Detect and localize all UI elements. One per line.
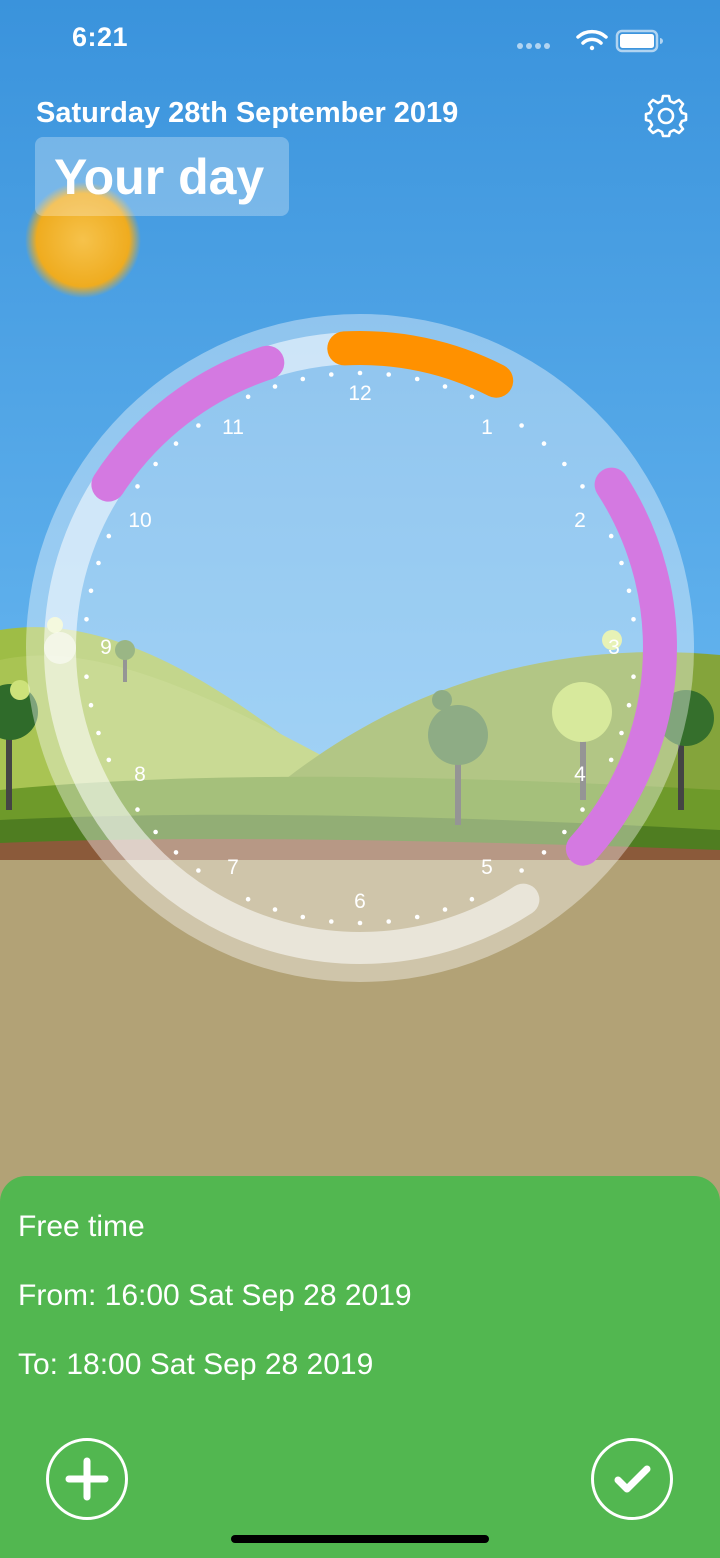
clock-number-6: 6 (354, 890, 366, 913)
plus-icon (65, 1457, 109, 1501)
clock-number-10: 10 (128, 509, 152, 532)
clock-dot (631, 617, 636, 622)
clock-dot (84, 617, 89, 622)
clock-dot (84, 674, 89, 679)
clock-dot (272, 907, 278, 912)
clock-dot (300, 914, 306, 920)
clock-dot (619, 560, 624, 566)
clock-dot (631, 674, 636, 679)
clock-dot (329, 372, 334, 377)
clock-dot (173, 850, 179, 855)
home-indicator (231, 1535, 489, 1543)
clock-dot (608, 533, 614, 539)
clock-number-3: 3 (608, 636, 620, 659)
clock-dot (357, 920, 363, 926)
clock-dot (541, 441, 547, 446)
clock-dot (88, 588, 94, 594)
clock-dot (329, 919, 334, 924)
event-from: From: 16:00 Sat Sep 28 2019 (18, 1279, 412, 1312)
clock-dot (196, 423, 201, 428)
clock-dot (469, 896, 475, 902)
clock-face (26, 314, 694, 982)
checkmark-icon (614, 1465, 651, 1493)
clock-dot (96, 730, 101, 736)
clock-number-2: 2 (574, 509, 586, 532)
clock-dot (562, 829, 567, 835)
clock-dot (469, 394, 475, 400)
clock-dot (135, 807, 140, 812)
clock-dot (245, 394, 251, 400)
clock-dot (88, 702, 94, 708)
clock-number-7: 7 (227, 856, 239, 879)
clock-dot (196, 868, 201, 873)
clock-dot (386, 372, 392, 377)
clock-dot (300, 376, 306, 382)
clock-dot (541, 850, 547, 855)
clock-dot (357, 370, 363, 376)
clock-dot (580, 807, 585, 812)
clock-dot (96, 560, 101, 566)
clock-dot (106, 533, 112, 539)
clock-dot (153, 829, 158, 835)
confirm-button[interactable] (591, 1438, 673, 1520)
clock-dot (173, 441, 179, 446)
clock-number-8: 8 (134, 763, 146, 786)
clock-number-1: 1 (481, 416, 493, 439)
clock-number-5: 5 (481, 856, 493, 879)
clock-dot (153, 461, 158, 467)
clock-dot (245, 896, 251, 902)
clock-number-4: 4 (574, 763, 586, 786)
clock-dot (519, 868, 524, 873)
clock-dot (106, 757, 112, 763)
clock-dot (272, 384, 278, 389)
clock-number-9: 9 (100, 636, 112, 659)
event-detail-panel: Free time From: 16:00 Sat Sep 28 2019 To… (0, 1176, 720, 1558)
clock-dot (626, 702, 632, 708)
clock-dot (626, 588, 632, 594)
clock-dot (442, 907, 448, 912)
clock-dot (619, 730, 624, 736)
clock-dot (608, 757, 614, 763)
clock-number-11: 11 (222, 416, 244, 439)
event-name: Free time (18, 1210, 145, 1243)
clock-dot (135, 484, 140, 489)
clock-dot (414, 914, 420, 920)
add-event-button[interactable] (46, 1438, 128, 1520)
clock-dot (414, 376, 420, 382)
clock-dot (562, 461, 567, 467)
event-to: To: 18:00 Sat Sep 28 2019 (18, 1348, 374, 1381)
clock-dot (519, 423, 524, 428)
clock-dot (580, 484, 585, 489)
clock-dot (442, 384, 448, 389)
clock-dot (386, 919, 392, 924)
clock-number-12: 12 (348, 382, 372, 405)
